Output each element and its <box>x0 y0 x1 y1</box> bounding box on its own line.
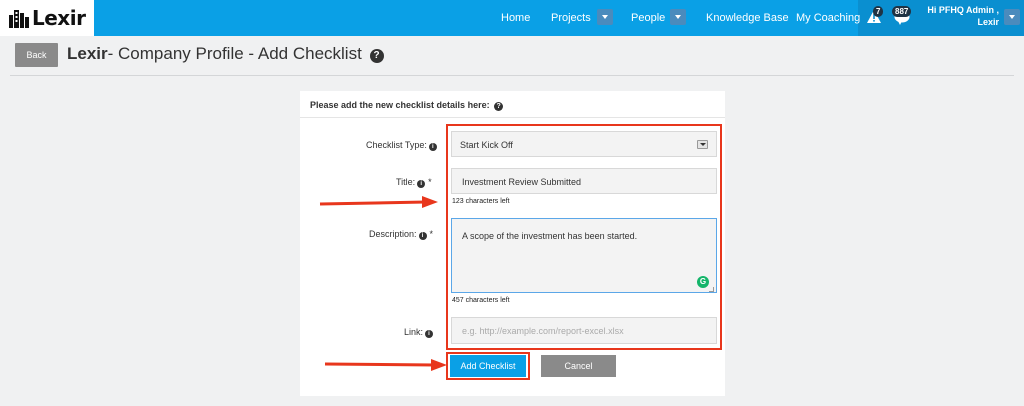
projects-dropdown-icon[interactable] <box>597 9 613 25</box>
building-logo-icon <box>9 10 29 28</box>
link-label-text: Link: <box>404 327 424 337</box>
cancel-button[interactable]: Cancel <box>541 355 616 377</box>
app-logo[interactable]: Lexir <box>0 0 94 36</box>
help-question-icon[interactable]: ? <box>369 49 384 63</box>
nav-people[interactable]: People <box>631 0 665 36</box>
logo-text: Lexir <box>32 6 86 30</box>
title-label-text: Title: <box>396 177 416 187</box>
people-dropdown-icon[interactable] <box>670 9 686 25</box>
checklist-type-label-text: Checklist Type: <box>366 140 427 150</box>
intro-help-icon[interactable]: ? <box>494 102 504 111</box>
back-button[interactable]: Back <box>15 43 58 67</box>
top-nav-bar: Lexir Home Projects People Knowledge Bas… <box>0 0 1024 36</box>
annotation-arrow-icon <box>324 359 447 371</box>
user-greeting-name: Hi PFHQ Admin , <box>927 5 999 15</box>
page-title-text: - Company Profile - Add Checklist <box>107 44 362 63</box>
form-intro: Please add the new checklist details her… <box>300 91 725 118</box>
required-mark: * <box>429 229 434 239</box>
info-icon[interactable]: i <box>417 180 426 188</box>
user-greeting-company: Lexir <box>977 17 999 27</box>
annotation-arrow-icon <box>319 196 438 208</box>
user-menu-dropdown-icon[interactable] <box>1004 9 1020 25</box>
required-mark: * <box>428 177 432 187</box>
description-label-text: Description: <box>369 229 417 239</box>
header-divider <box>10 75 1014 76</box>
nav-home[interactable]: Home <box>501 0 530 36</box>
messages-count-badge: 887 <box>892 6 912 17</box>
info-icon[interactable]: i <box>428 143 437 151</box>
checklist-type-label: Checklist Type: i <box>366 140 437 151</box>
nav-my-coaching[interactable]: My Coaching <box>796 0 860 36</box>
title-label: Title: i * <box>396 177 432 188</box>
form-intro-text: Please add the new checklist details her… <box>310 100 490 110</box>
page-title: Lexir- Company Profile - Add Checklist ? <box>67 43 384 65</box>
link-label: Link: i <box>404 327 434 338</box>
user-greeting[interactable]: Hi PFHQ Admin , Lexir <box>925 4 999 28</box>
description-label: Description: i * <box>369 229 433 240</box>
annotation-highlight-box <box>446 124 722 350</box>
info-icon[interactable]: i <box>418 232 427 240</box>
info-icon[interactable]: i <box>425 330 434 338</box>
nav-projects[interactable]: Projects <box>551 0 591 36</box>
page-title-company: Lexir <box>67 44 108 63</box>
nav-knowledge-base[interactable]: Knowledge Base <box>706 0 789 36</box>
annotation-button-highlight <box>446 352 530 380</box>
